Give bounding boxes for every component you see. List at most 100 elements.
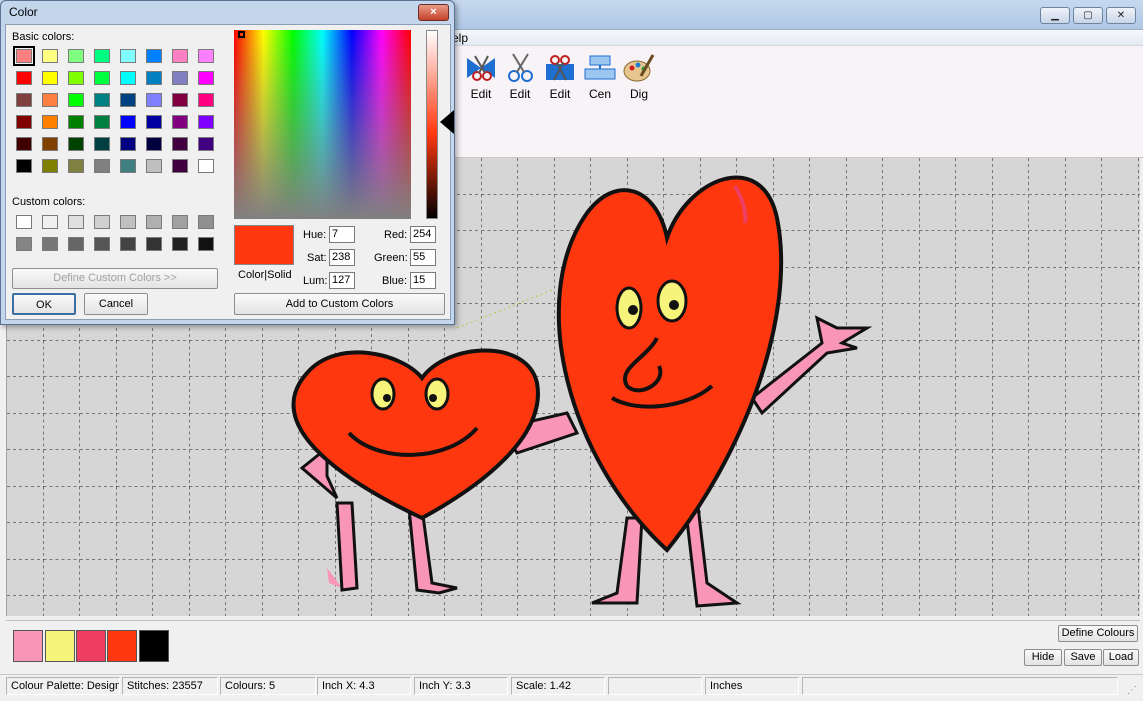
basic-color-cell-39[interactable]	[172, 137, 188, 151]
luminance-arrow-icon[interactable]	[440, 110, 454, 134]
basic-color-cell-23[interactable]	[172, 93, 188, 107]
basic-color-cell-21[interactable]	[120, 93, 136, 107]
close-window-button[interactable]: ✕	[1106, 7, 1136, 24]
status-empty	[608, 677, 702, 695]
toolbar-center-button[interactable]: Cen	[580, 52, 620, 101]
basic-color-cell-33[interactable]	[16, 137, 32, 151]
toolbar-edit-button-3[interactable]: Edit	[540, 52, 580, 101]
basic-color-cell-36[interactable]	[94, 137, 110, 151]
custom-color-cell-10[interactable]	[42, 237, 58, 251]
load-button[interactable]: Load	[1103, 649, 1139, 666]
basic-color-cell-34[interactable]	[42, 137, 58, 151]
basic-color-cell-19[interactable]	[68, 93, 84, 107]
spectrum-crosshair-icon[interactable]	[238, 31, 245, 38]
basic-color-cell-5[interactable]	[120, 49, 136, 63]
luminance-slider[interactable]	[426, 30, 438, 219]
palette-swatch-3[interactable]	[76, 630, 106, 662]
basic-color-cell-31[interactable]	[172, 115, 188, 129]
dialog-close-button[interactable]: ×	[418, 4, 449, 21]
basic-color-cell-10[interactable]	[42, 71, 58, 85]
palette-swatch-4[interactable]	[107, 630, 137, 662]
define-custom-colors-button[interactable]: Define Custom Colors >>	[12, 268, 218, 289]
hide-button[interactable]: Hide	[1024, 649, 1062, 666]
basic-color-cell-9[interactable]	[16, 71, 32, 85]
custom-color-cell-4[interactable]	[94, 215, 110, 229]
custom-color-cell-8[interactable]	[198, 215, 214, 229]
custom-color-cell-5[interactable]	[120, 215, 136, 229]
toolbar-edit-label-3: Edit	[549, 87, 571, 101]
custom-color-cell-7[interactable]	[172, 215, 188, 229]
basic-color-cell-18[interactable]	[42, 93, 58, 107]
basic-color-cell-3[interactable]	[68, 49, 84, 63]
basic-color-cell-37[interactable]	[120, 137, 136, 151]
basic-color-cell-46[interactable]	[146, 159, 162, 173]
palette-swatch-2[interactable]	[45, 630, 75, 662]
basic-color-cell-12[interactable]	[94, 71, 110, 85]
palette-swatch-5[interactable]	[139, 630, 169, 662]
basic-color-cell-38[interactable]	[146, 137, 162, 151]
basic-color-cell-15[interactable]	[172, 71, 188, 85]
toolbar-edit-button-2[interactable]: Edit	[500, 52, 540, 101]
add-to-custom-colors-button[interactable]: Add to Custom Colors	[234, 293, 445, 315]
basic-color-cell-35[interactable]	[68, 137, 84, 151]
palette-swatch-1[interactable]	[13, 630, 43, 662]
custom-color-cell-6[interactable]	[146, 215, 162, 229]
custom-color-cell-14[interactable]	[146, 237, 162, 251]
resize-grip-icon[interactable]: ⋰	[1127, 685, 1137, 696]
basic-color-cell-1[interactable]	[13, 46, 35, 66]
basic-color-cell-4[interactable]	[94, 49, 110, 63]
basic-color-cell-26[interactable]	[42, 115, 58, 129]
green-field[interactable]: 55	[410, 249, 436, 266]
cancel-button[interactable]: Cancel	[84, 293, 148, 315]
basic-color-cell-8[interactable]	[198, 49, 214, 63]
basic-color-cell-17[interactable]	[16, 93, 32, 107]
lum-field[interactable]: 127	[329, 272, 355, 289]
custom-color-cell-11[interactable]	[68, 237, 84, 251]
blue-field[interactable]: 15	[410, 272, 436, 289]
basic-color-cell-28[interactable]	[94, 115, 110, 129]
basic-color-cell-43[interactable]	[68, 159, 84, 173]
basic-color-cell-24[interactable]	[198, 93, 214, 107]
basic-color-cell-45[interactable]	[120, 159, 136, 173]
red-field[interactable]: 254	[410, 226, 436, 243]
color-spectrum[interactable]	[234, 30, 411, 219]
basic-color-cell-47[interactable]	[172, 159, 188, 173]
custom-color-cell-16[interactable]	[198, 237, 214, 251]
define-colours-button[interactable]: Define Colours	[1058, 625, 1138, 642]
basic-color-cell-14[interactable]	[146, 71, 162, 85]
toolbar-digitize-button[interactable]: Dig	[619, 52, 659, 101]
basic-color-cell-42[interactable]	[42, 159, 58, 173]
custom-color-cell-12[interactable]	[94, 237, 110, 251]
hue-field[interactable]: 7	[329, 226, 355, 243]
custom-color-cell-9[interactable]	[16, 237, 32, 251]
custom-color-cell-3[interactable]	[68, 215, 84, 229]
basic-color-cell-11[interactable]	[68, 71, 84, 85]
basic-color-cell-25[interactable]	[16, 115, 32, 129]
basic-color-cell-40[interactable]	[198, 137, 214, 151]
basic-color-cell-7[interactable]	[172, 49, 188, 63]
basic-color-cell-29[interactable]	[120, 115, 136, 129]
basic-color-cell-27[interactable]	[68, 115, 84, 129]
basic-color-cell-6[interactable]	[146, 49, 162, 63]
basic-color-cell-44[interactable]	[94, 159, 110, 173]
toolbar-edit-button-1[interactable]: Edit	[461, 52, 501, 101]
custom-color-cell-13[interactable]	[120, 237, 136, 251]
basic-color-cell-48[interactable]	[198, 159, 214, 173]
basic-color-cell-20[interactable]	[94, 93, 110, 107]
basic-color-cell-16[interactable]	[198, 71, 214, 85]
basic-color-cell-30[interactable]	[146, 115, 162, 129]
custom-color-cell-15[interactable]	[172, 237, 188, 251]
basic-color-cell-41[interactable]	[16, 159, 32, 173]
maximize-button[interactable]: ▢	[1073, 7, 1103, 24]
save-button[interactable]: Save	[1064, 649, 1102, 666]
basic-color-cell-32[interactable]	[198, 115, 214, 129]
custom-color-cell-1[interactable]	[16, 215, 32, 229]
ok-button[interactable]: OK	[12, 293, 76, 315]
basic-color-cell-13[interactable]	[120, 71, 136, 85]
basic-color-cell-22[interactable]	[146, 93, 162, 107]
sat-field[interactable]: 238	[329, 249, 355, 266]
minimize-button[interactable]: ▁	[1040, 7, 1070, 24]
basic-color-cell-2[interactable]	[42, 49, 58, 63]
toolbar-digitize-label: Dig	[629, 87, 648, 101]
custom-color-cell-2[interactable]	[42, 215, 58, 229]
